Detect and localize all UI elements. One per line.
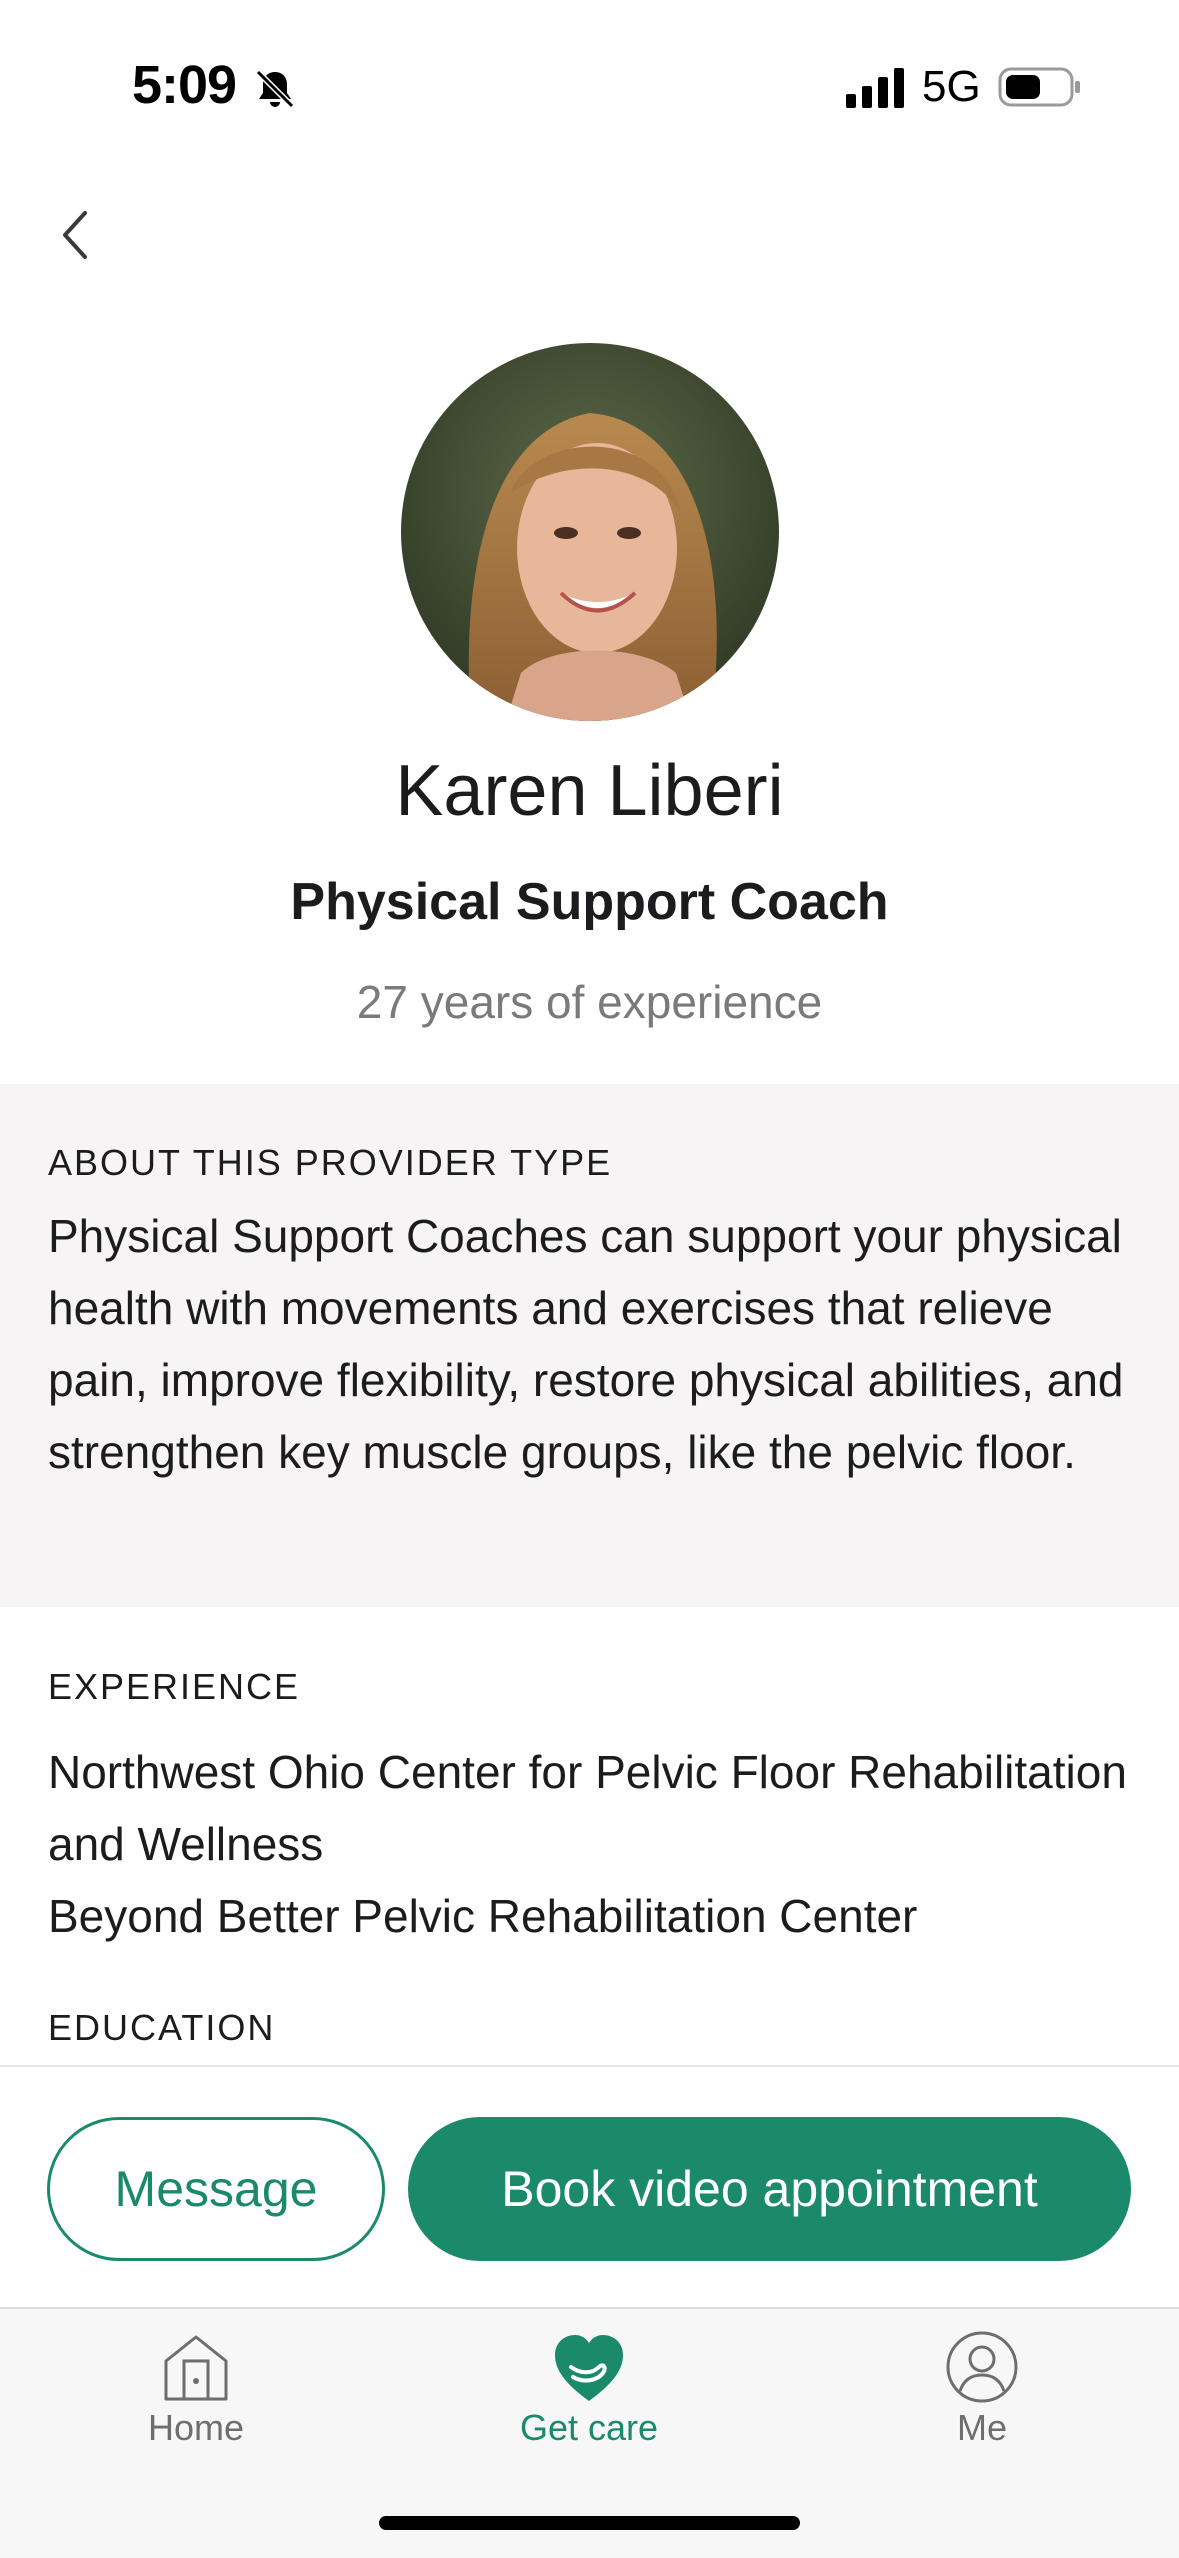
action-bar: Message Book video appointment	[0, 2065, 1179, 2309]
home-icon	[164, 2335, 228, 2401]
chevron-left-icon	[63, 211, 87, 259]
provider-name: Karen Liberi	[395, 751, 784, 831]
provider-experience-years: 27 years of experience	[356, 976, 823, 1028]
experience-heading: EXPERIENCE	[48, 1666, 301, 1707]
tab-get-care[interactable]: Get care	[459, 2327, 719, 2467]
heart-hand-icon	[555, 2335, 623, 2401]
tab-me-label: Me	[956, 2407, 1007, 2448]
status-time: 5:09	[132, 55, 237, 115]
tab-home[interactable]: Home	[66, 2327, 326, 2467]
person-icon	[946, 2331, 1018, 2403]
experience-item: Northwest Ohio Center for Pelvic Floor R…	[48, 1746, 1127, 1870]
provider-role: Physical Support Coach	[290, 873, 889, 931]
about-heading: ABOUT THIS PROVIDER TYPE	[48, 1142, 613, 1183]
battery-icon	[998, 67, 1080, 107]
avatar	[401, 343, 779, 721]
home-indicator	[379, 2516, 800, 2530]
tab-home-label: Home	[147, 2407, 245, 2448]
about-body: Physical Support Coaches can support you…	[48, 1210, 1124, 1478]
book-video-appointment-button[interactable]: Book video appointment	[408, 2117, 1131, 2261]
back-button[interactable]	[40, 200, 110, 270]
bell-off-icon	[255, 69, 295, 109]
education-heading: EDUCATION	[48, 2007, 276, 2048]
network-label: 5G	[922, 62, 981, 111]
tab-me[interactable]: Me	[852, 2327, 1112, 2467]
tab-bar: Home Get care Me	[0, 2307, 1179, 2558]
message-button[interactable]: Message	[47, 2117, 385, 2261]
signal-icon	[846, 68, 904, 108]
experience-list: Northwest Ohio Center for Pelvic Floor R…	[48, 1736, 1128, 1952]
tab-get-care-label: Get care	[519, 2407, 659, 2448]
experience-item: Beyond Better Pelvic Rehabilitation Cent…	[48, 1890, 918, 1942]
about-section: ABOUT THIS PROVIDER TYPE Physical Suppor…	[0, 1084, 1179, 1607]
status-bar: 5:09 5G	[0, 0, 1179, 170]
